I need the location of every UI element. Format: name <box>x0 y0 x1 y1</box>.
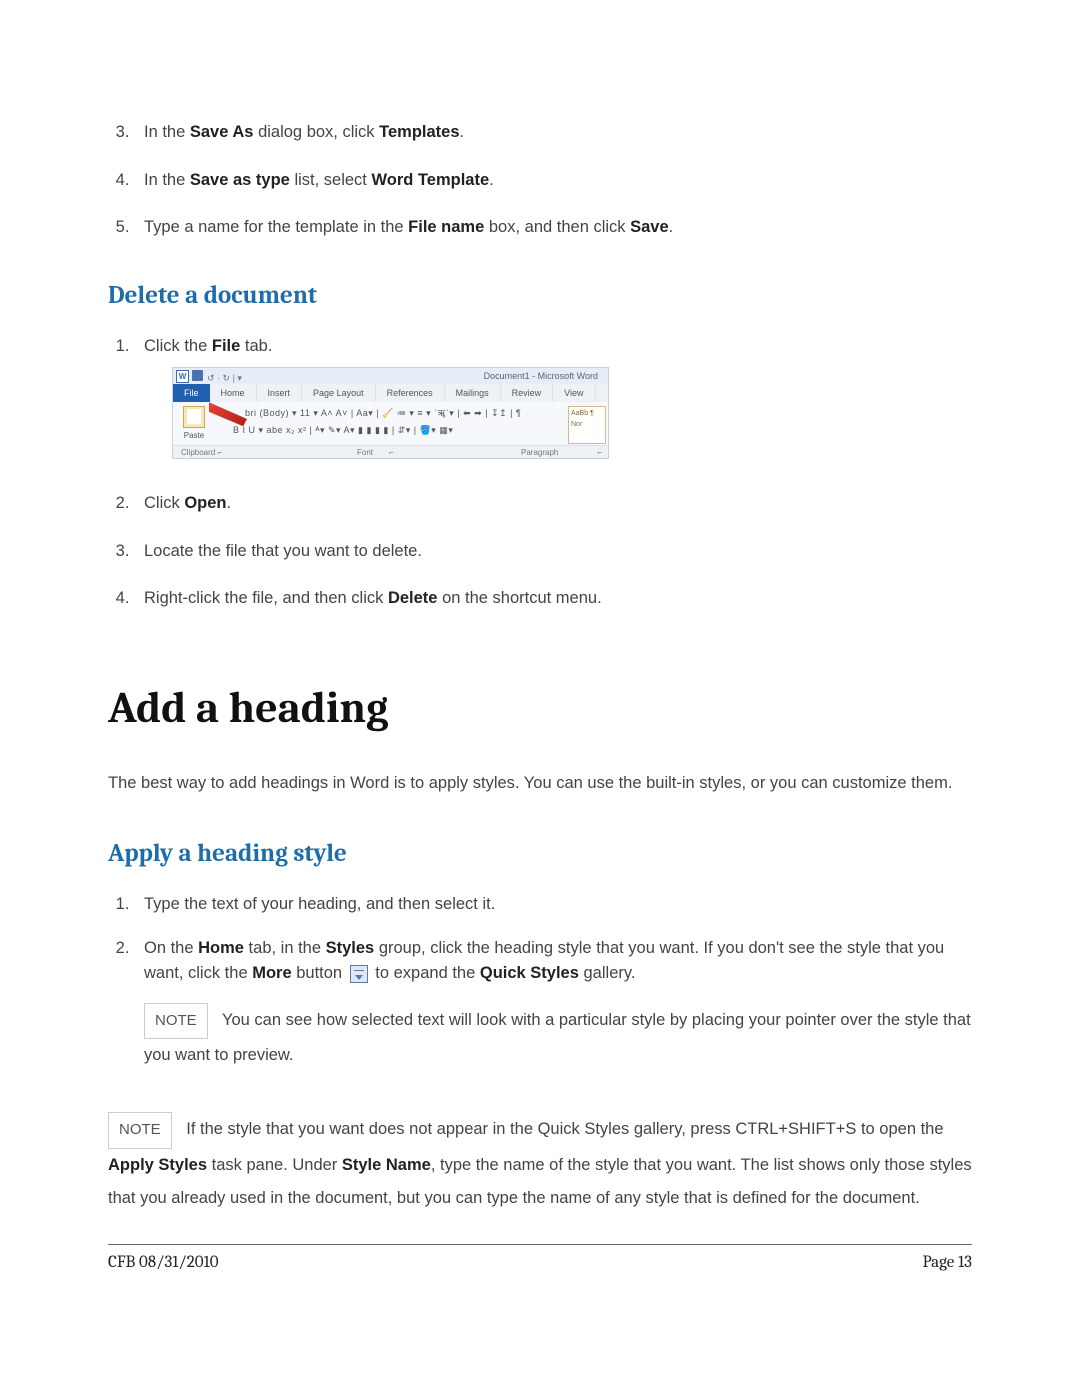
tab-insert: Insert <box>257 384 303 402</box>
step-4: In the Save as type list, select Word Te… <box>134 168 972 194</box>
styles-preview: AaBb ¶ Nor <box>568 406 606 444</box>
note-2: NOTE If the style that you want does not… <box>108 1112 972 1216</box>
word-icon: W <box>176 370 189 383</box>
footer-date: CFB 08/31/2010 <box>108 1253 219 1272</box>
save-template-steps: In the Save As dialog box, click Templat… <box>108 120 972 241</box>
apply-step-2: On the Home tab, in the Styles group, cl… <box>134 936 972 1072</box>
font-group-row1: bri (Body) ▾ 11 ▾ A˄ A˅ | Aa▾ | 🧹 ≔ ▾ ≡ … <box>245 407 604 421</box>
heading-apply-style: Apply a heading style <box>108 839 972 868</box>
callout-arrow-icon <box>209 402 247 426</box>
delete-step-3: Locate the file that you want to delete. <box>134 539 972 565</box>
ribbon-group-labels: Clipboard ⌐ Font ⌐ Paragraph ⌐ <box>173 445 608 458</box>
ribbon-tabs: File Home Insert Page Layout References … <box>173 384 608 403</box>
tab-page-layout: Page Layout <box>302 384 376 402</box>
note-badge: NOTE <box>108 1112 172 1149</box>
delete-step-2: Click Open. <box>134 491 972 517</box>
clipboard-icon <box>183 406 205 428</box>
heading-add-a-heading: Add a heading <box>108 682 972 733</box>
tab-home: Home <box>210 384 257 402</box>
footer-page: Page 13 <box>922 1253 972 1272</box>
delete-steps: Click the File tab. W ↺ · ↻ | ▾ Document… <box>108 334 972 612</box>
note-badge: NOTE <box>144 1003 208 1039</box>
delete-step-4: Right-click the file, and then click Del… <box>134 586 972 612</box>
page-footer: CFB 08/31/2010 Page 13 <box>108 1244 972 1272</box>
apply-step-1: Type the text of your heading, and then … <box>134 892 972 918</box>
save-icon <box>192 370 203 381</box>
step-5: Type a name for the template in the File… <box>134 215 972 241</box>
window-title: Document1 - Microsoft Word <box>484 370 598 384</box>
tab-file: File <box>173 384 210 402</box>
word-ribbon-screenshot: W ↺ · ↻ | ▾ Document1 - Microsoft Word F… <box>172 367 609 459</box>
apply-style-steps: Type the text of your heading, and then … <box>108 892 972 1072</box>
delete-step-1: Click the File tab. W ↺ · ↻ | ▾ Document… <box>134 334 972 460</box>
tab-view: View <box>553 384 595 402</box>
tab-mailings: Mailings <box>445 384 501 402</box>
more-dropdown-icon <box>350 965 368 983</box>
paste-button: Paste <box>179 406 209 442</box>
tab-references: References <box>376 384 445 402</box>
heading-delete-document: Delete a document <box>108 281 972 310</box>
font-group-row2: B I U ▾ abe x₂ x² | ᴬ▾ ✎▾ A▾ ▮ ▮ ▮ ▮ | ⇵… <box>233 424 604 438</box>
inline-note-1: NOTE You can see how selected text will … <box>144 1003 972 1072</box>
step-3: In the Save As dialog box, click Templat… <box>134 120 972 146</box>
tab-review: Review <box>501 384 554 402</box>
intro-paragraph: The best way to add headings in Word is … <box>108 767 972 799</box>
